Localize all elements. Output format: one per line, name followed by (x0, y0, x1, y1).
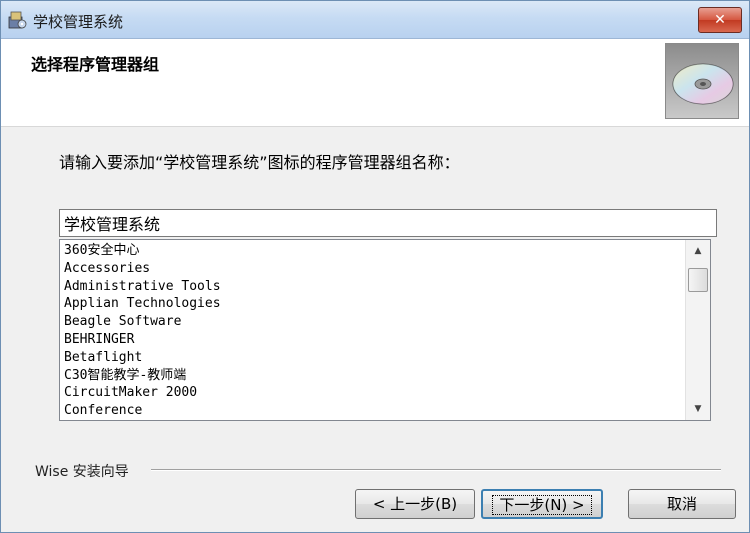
next-button-label: 下一步(N) > (492, 495, 592, 515)
scroll-up-arrow-icon[interactable]: ▲ (686, 240, 710, 262)
list-item[interactable]: Administrative Tools (64, 278, 680, 296)
instruction-text: 请输入要添加“学校管理系统”图标的程序管理器组名称： (59, 153, 460, 172)
list-item[interactable]: BEHRINGER (64, 331, 680, 349)
close-icon: ✕ (714, 12, 726, 28)
program-group-list[interactable]: 360安全中心 Accessories Administrative Tools Ap… (59, 239, 711, 421)
next-button[interactable]: 下一步(N) > (481, 489, 603, 519)
wizard-header: 选择程序管理器组 (1, 39, 749, 127)
cd-disc-icon (665, 43, 739, 119)
footer-divider (151, 469, 721, 471)
list-item[interactable]: 360安全中心 (64, 242, 680, 260)
list-item[interactable]: Beagle Software (64, 313, 680, 331)
wise-wizard-label: Wise 安装向导 (35, 461, 135, 481)
list-item[interactable]: CircuitMaker 2000 (64, 384, 680, 402)
list-scrollbar[interactable]: ▲ ▼ (685, 240, 710, 420)
list-item[interactable]: C30智能教学-教师端 (64, 367, 680, 385)
back-button[interactable]: < 上一步(B) (355, 489, 475, 519)
list-item[interactable]: Accessories (64, 260, 680, 278)
page-title: 选择程序管理器组 (31, 55, 160, 74)
scroll-thumb[interactable] (688, 268, 708, 292)
cancel-button[interactable]: 取消 (628, 489, 736, 519)
installer-window: 学校管理系统 ✕ 选择程序管理器组 请输入要添加“学校管理系统”图标的程序管理器… (0, 0, 750, 533)
scroll-down-arrow-icon[interactable]: ▼ (686, 398, 710, 420)
list-item[interactable]: Applian Technologies (64, 295, 680, 313)
title-bar: 学校管理系统 ✕ (1, 1, 749, 39)
list-items: 360安全中心 Accessories Administrative Tools Ap… (64, 242, 680, 420)
close-button[interactable]: ✕ (698, 7, 742, 33)
window-title: 学校管理系统 (33, 13, 124, 31)
list-item[interactable]: Betaflight (64, 349, 680, 367)
list-item[interactable]: Conference (64, 402, 680, 420)
installer-app-icon (7, 10, 27, 30)
group-name-input[interactable] (59, 209, 717, 237)
